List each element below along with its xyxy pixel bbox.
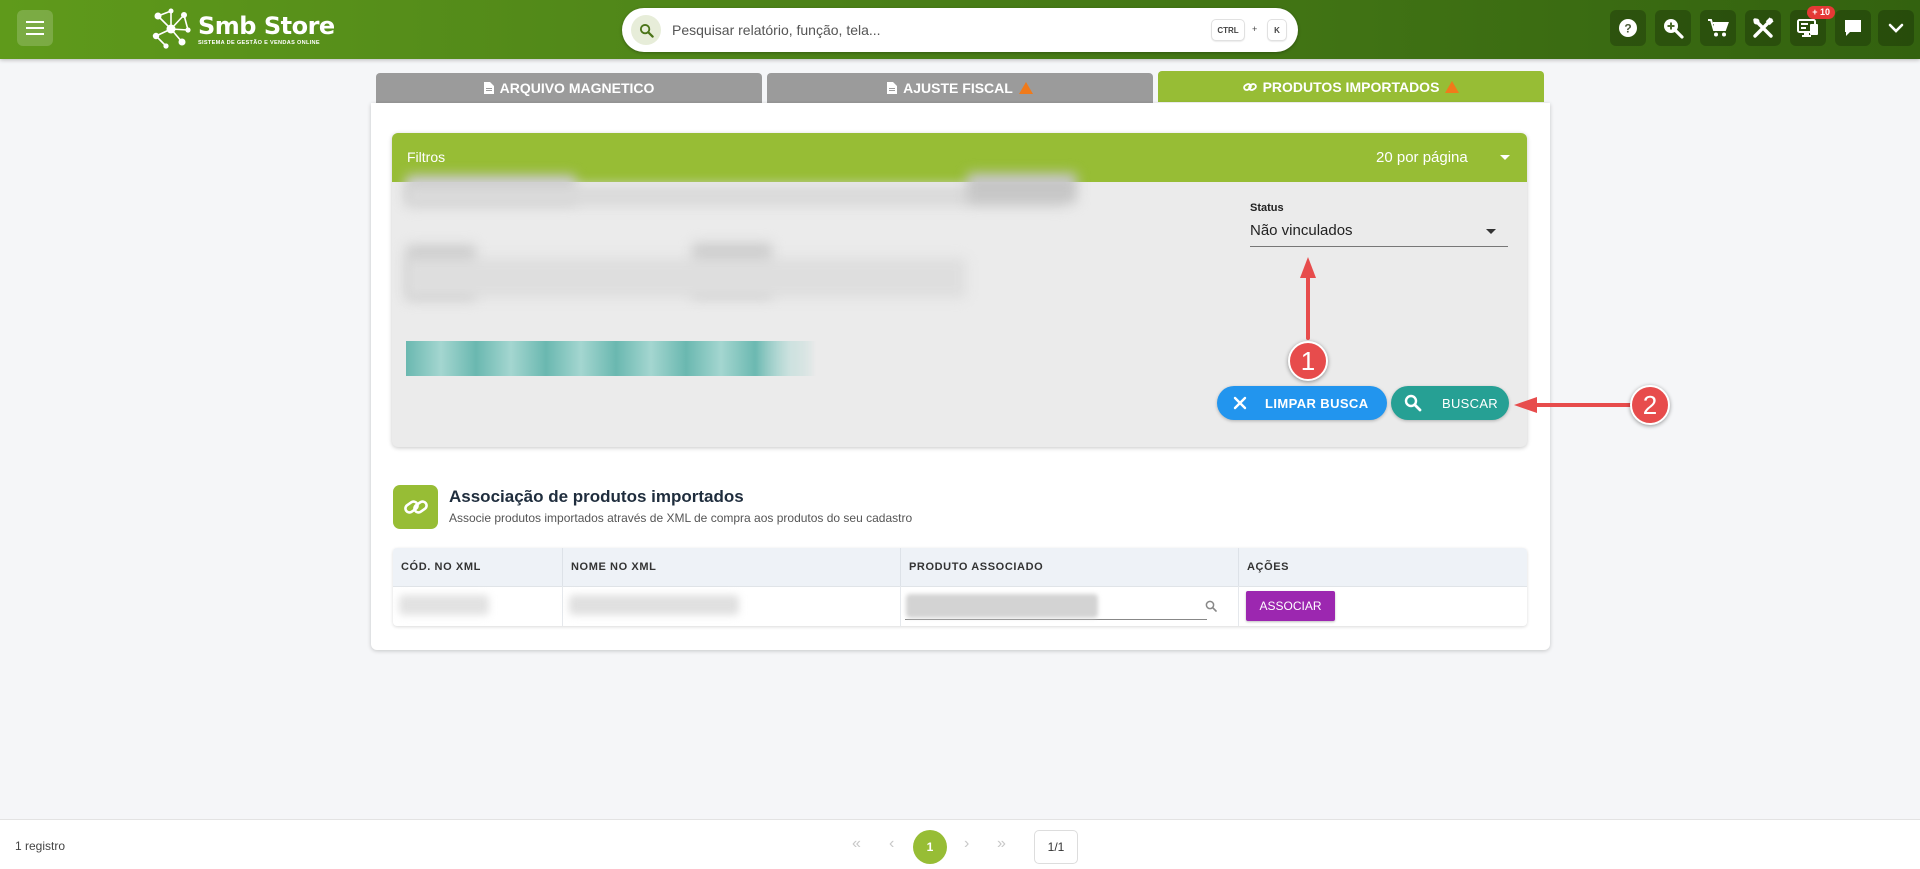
annotation-marker-2: 2 [1630,385,1670,425]
annotation-arrowhead-1 [1300,257,1316,278]
annotation-arrows [1300,257,1632,413]
annotation-marker-1: 1 [1288,341,1328,381]
annotation-arrowhead-2 [1514,397,1537,413]
